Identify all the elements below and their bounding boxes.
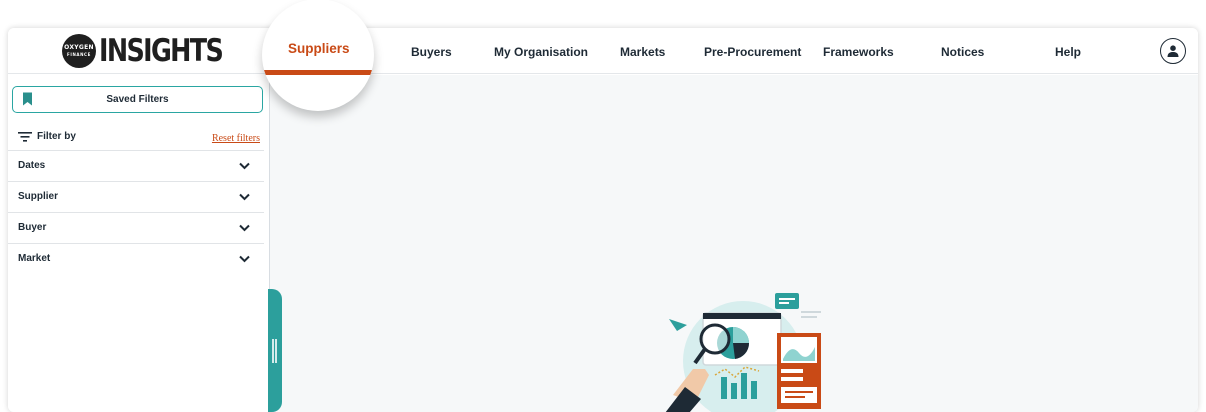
user-account-button[interactable]	[1160, 38, 1186, 64]
filter-icon	[18, 131, 32, 142]
sidebar-resize-handle[interactable]	[268, 289, 282, 412]
active-tab-indicator	[262, 70, 374, 75]
filter-by-label: Filter by	[37, 131, 76, 142]
main-content	[270, 75, 1198, 412]
section-label: Market	[18, 253, 51, 264]
nav-tab-help[interactable]: Help	[1055, 45, 1081, 59]
nav-tab-pre-procurement[interactable]: Pre-Procurement	[704, 45, 801, 59]
nav-tab-frameworks[interactable]: Frameworks	[823, 45, 894, 59]
user-icon	[1167, 45, 1179, 57]
data-analysis-illustration	[665, 293, 821, 412]
saved-filters-button[interactable]: Saved Filters	[12, 86, 263, 113]
bookmark-icon	[23, 92, 32, 106]
nav-tab-notices[interactable]: Notices	[941, 45, 984, 59]
section-label: Dates	[18, 160, 46, 171]
chevron-down-icon	[239, 224, 250, 232]
filter-by-row: Filter by Reset filters	[8, 125, 264, 151]
reset-filters-link[interactable]: Reset filters	[212, 133, 260, 144]
chevron-down-icon	[239, 193, 250, 201]
nav-tab-buyers[interactable]: Buyers	[411, 45, 452, 59]
top-header: OXYGEN FINANCE INSIGHTS Buyers My Organi…	[8, 28, 1198, 74]
main-nav: Buyers My Organisation Markets Pre-Procu…	[8, 28, 1198, 74]
saved-filters-label: Saved Filters	[106, 94, 169, 105]
nav-tab-my-organisation[interactable]: My Organisation	[494, 45, 588, 59]
filter-section-dates[interactable]: Dates	[8, 151, 264, 182]
nav-tab-markets[interactable]: Markets	[620, 45, 665, 59]
chevron-down-icon	[239, 162, 250, 170]
filter-section-supplier[interactable]: Supplier	[8, 182, 264, 213]
app-window: OXYGEN FINANCE INSIGHTS Buyers My Organi…	[8, 28, 1198, 412]
filter-sidebar: Saved Filters Filter by Reset filters Da…	[8, 75, 270, 412]
section-label: Supplier	[18, 191, 59, 202]
chevron-down-icon	[239, 255, 250, 263]
section-label: Buyer	[18, 222, 47, 233]
filter-section-buyer[interactable]: Buyer	[8, 213, 264, 244]
filter-section-market[interactable]: Market	[8, 244, 264, 275]
nav-tab-suppliers[interactable]: Suppliers	[262, 0, 374, 111]
nav-tab-suppliers-label: Suppliers	[288, 41, 350, 56]
